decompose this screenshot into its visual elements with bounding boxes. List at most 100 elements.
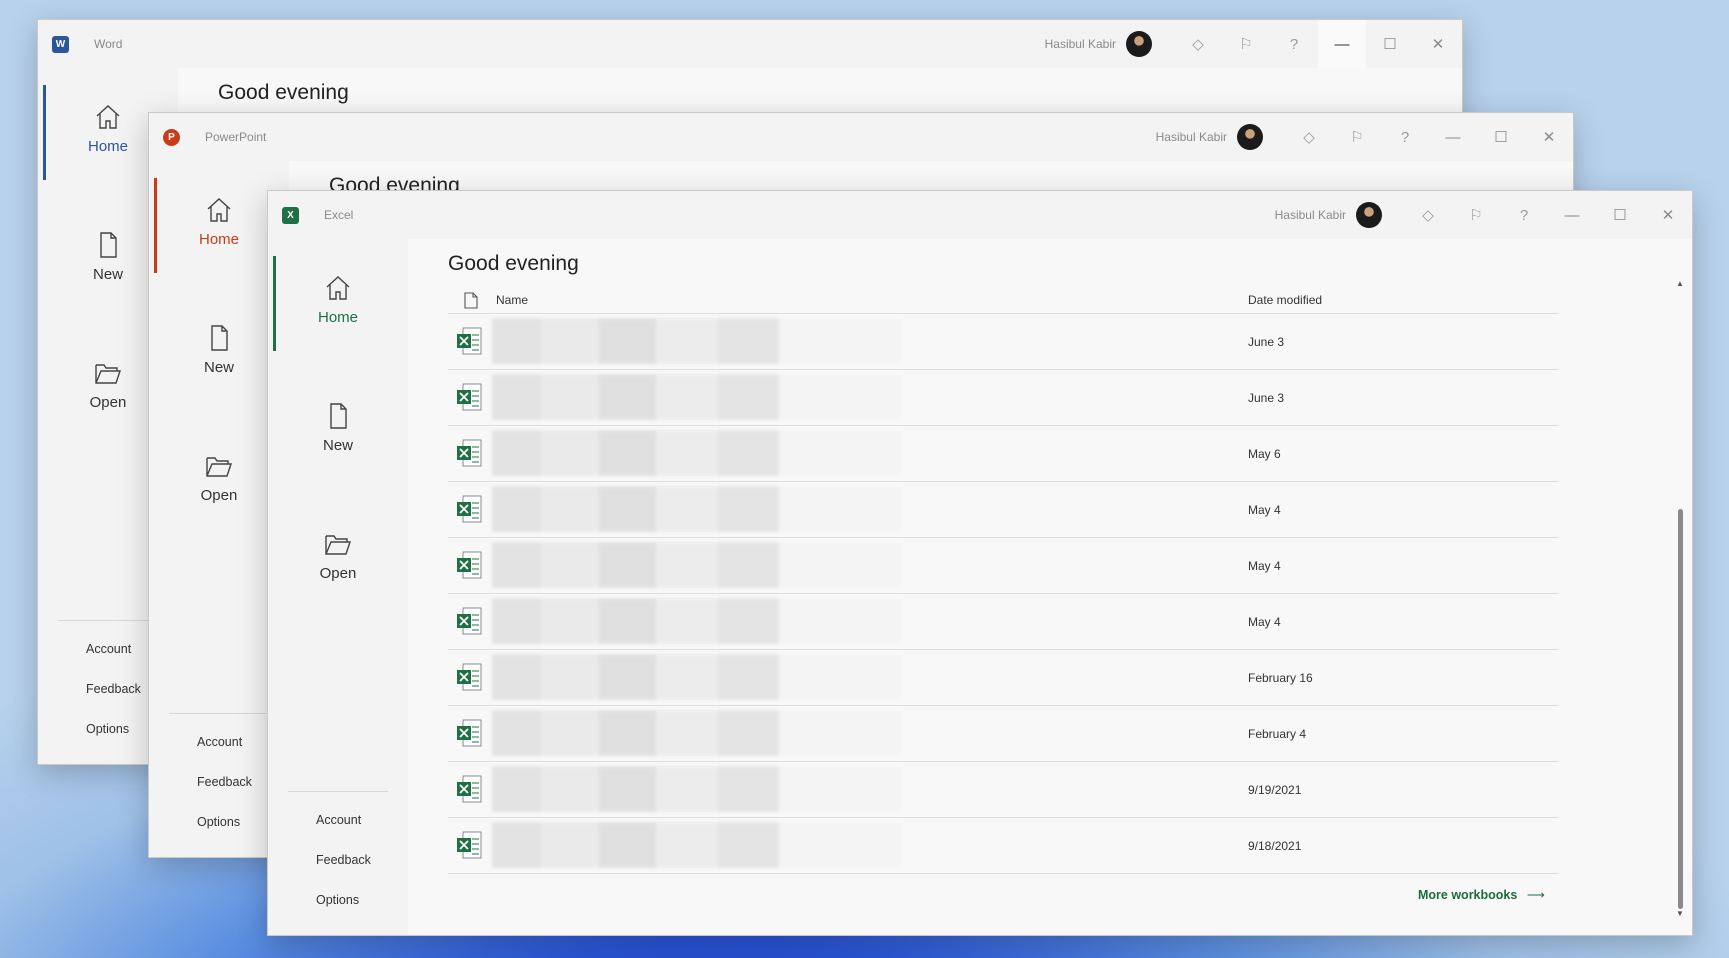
nav-home-label: Home (317, 309, 358, 326)
excel-file-icon (457, 831, 482, 859)
file-row[interactable]: 9/18/2021 (448, 818, 1558, 874)
minimize-button[interactable]: — (1429, 113, 1477, 161)
options-link[interactable]: Options (86, 722, 129, 736)
help-icon[interactable]: ? (1381, 113, 1429, 161)
excel-app-name: Excel (324, 208, 354, 222)
nav-selection-indicator (154, 178, 157, 273)
powerpoint-app-name: PowerPoint (205, 130, 267, 144)
excel-file-icon (457, 719, 482, 747)
scrollbar-thumb[interactable] (1678, 509, 1683, 909)
file-row[interactable]: May 4 (448, 482, 1558, 538)
file-date: May 6 (1248, 447, 1281, 461)
column-header-name[interactable]: Name (496, 293, 528, 307)
diamond-icon[interactable]: ◇ (1174, 20, 1222, 68)
close-button[interactable]: ✕ (1644, 191, 1692, 239)
more-workbooks-link[interactable]: More workbooks ⟶ (1418, 887, 1545, 902)
nav-selection-indicator (273, 256, 276, 351)
nav-new[interactable]: New (288, 401, 388, 455)
open-folder-icon (206, 457, 232, 477)
page-title: Good evening (448, 252, 579, 275)
word-app-name: Word (94, 37, 123, 51)
maximize-button[interactable]: ☐ (1477, 113, 1525, 161)
file-name-redacted (492, 766, 902, 812)
excel-file-icon (457, 775, 482, 803)
minimize-button[interactable]: — (1318, 20, 1366, 68)
maximize-button[interactable]: ☐ (1366, 20, 1414, 68)
file-row[interactable]: May 4 (448, 594, 1558, 650)
file-date: June 3 (1248, 335, 1285, 349)
file-row[interactable]: June 3 (448, 314, 1558, 370)
diamond-icon[interactable]: ◇ (1404, 191, 1452, 239)
feedback-link[interactable]: Feedback (86, 682, 141, 696)
excel-file-icon (457, 607, 482, 635)
new-document-icon (100, 232, 117, 258)
close-button[interactable]: ✕ (1414, 20, 1462, 68)
nav-open[interactable]: Open (288, 529, 388, 583)
coauthoring-icon[interactable]: ⚐ (1452, 191, 1500, 239)
nav-home-label: Home (87, 138, 128, 155)
more-workbooks-label: More workbooks (1418, 888, 1518, 902)
feedback-link[interactable]: Feedback (316, 853, 371, 867)
coauthoring-icon[interactable]: ⚐ (1222, 20, 1270, 68)
file-name-redacted (492, 318, 902, 364)
coauthoring-icon[interactable]: ⚐ (1333, 113, 1381, 161)
close-button[interactable]: ✕ (1525, 113, 1573, 161)
diamond-icon[interactable]: ◇ (1285, 113, 1333, 161)
options-link[interactable]: Options (316, 893, 359, 907)
options-link[interactable]: Options (197, 815, 240, 829)
file-date: May 4 (1248, 615, 1281, 629)
nav-new[interactable]: New (58, 230, 158, 284)
excel-titlebar: X Excel Hasibul Kabir ◇ ⚐ ? — ☐ ✕ (268, 191, 1692, 239)
account-link[interactable]: Account (86, 642, 131, 656)
excel-file-icon (457, 327, 482, 355)
file-date: 9/18/2021 (1248, 839, 1302, 853)
file-row[interactable]: May 6 (448, 426, 1558, 482)
excel-file-icon (457, 663, 482, 691)
help-icon[interactable]: ? (1500, 191, 1548, 239)
account-link[interactable]: Account (316, 813, 361, 827)
new-document-icon (330, 403, 347, 429)
nav-open-label: Open (89, 394, 127, 411)
arrow-right-icon: ⟶ (1526, 888, 1545, 902)
excel-file-icon (457, 495, 482, 523)
nav-home[interactable]: Home (288, 273, 388, 327)
scroll-up-icon[interactable]: ▲ (1676, 279, 1684, 288)
nav-home[interactable]: Home (58, 102, 158, 156)
file-date: May 4 (1248, 503, 1281, 517)
user-name[interactable]: Hasibul Kabir (1275, 208, 1346, 222)
nav-home[interactable]: Home (169, 195, 269, 249)
home-icon (326, 276, 350, 300)
avatar[interactable] (1237, 124, 1263, 150)
file-row[interactable]: February 4 (448, 706, 1558, 762)
scroll-down-icon[interactable]: ▼ (1676, 909, 1684, 918)
file-row[interactable]: 9/19/2021 (448, 762, 1558, 818)
nav-new[interactable]: New (169, 323, 269, 377)
file-row[interactable]: June 3 (448, 370, 1558, 426)
column-header-date-modified[interactable]: Date modified (1248, 293, 1322, 307)
user-name[interactable]: Hasibul Kabir (1156, 130, 1227, 144)
file-row[interactable]: May 4 (448, 538, 1558, 594)
feedback-link[interactable]: Feedback (197, 775, 252, 789)
file-name-redacted (492, 822, 902, 868)
nav-open[interactable]: Open (169, 451, 269, 505)
help-icon[interactable]: ? (1270, 20, 1318, 68)
home-icon (207, 198, 231, 222)
file-name-redacted (492, 598, 902, 644)
scrollbar[interactable]: ▲ ▼ (1676, 279, 1686, 921)
avatar[interactable] (1126, 31, 1152, 57)
new-document-icon (211, 325, 228, 351)
user-name[interactable]: Hasibul Kabir (1045, 37, 1116, 51)
maximize-button[interactable]: ☐ (1596, 191, 1644, 239)
word-logo-icon: W (52, 36, 69, 53)
nav-open[interactable]: Open (58, 358, 158, 412)
file-name-redacted (492, 542, 902, 588)
minimize-button[interactable]: — (1548, 191, 1596, 239)
avatar[interactable] (1356, 202, 1382, 228)
powerpoint-titlebar: P PowerPoint Hasibul Kabir ◇ ⚐ ? — ☐ ✕ (149, 113, 1573, 161)
file-row[interactable]: February 16 (448, 650, 1558, 706)
account-link[interactable]: Account (197, 735, 242, 749)
file-name-redacted (492, 430, 902, 476)
nav-home-label: Home (198, 231, 239, 248)
excel-window[interactable]: X Excel Hasibul Kabir ◇ ⚐ ? — ☐ ✕ Home N… (267, 190, 1693, 936)
nav-divider (58, 620, 158, 621)
